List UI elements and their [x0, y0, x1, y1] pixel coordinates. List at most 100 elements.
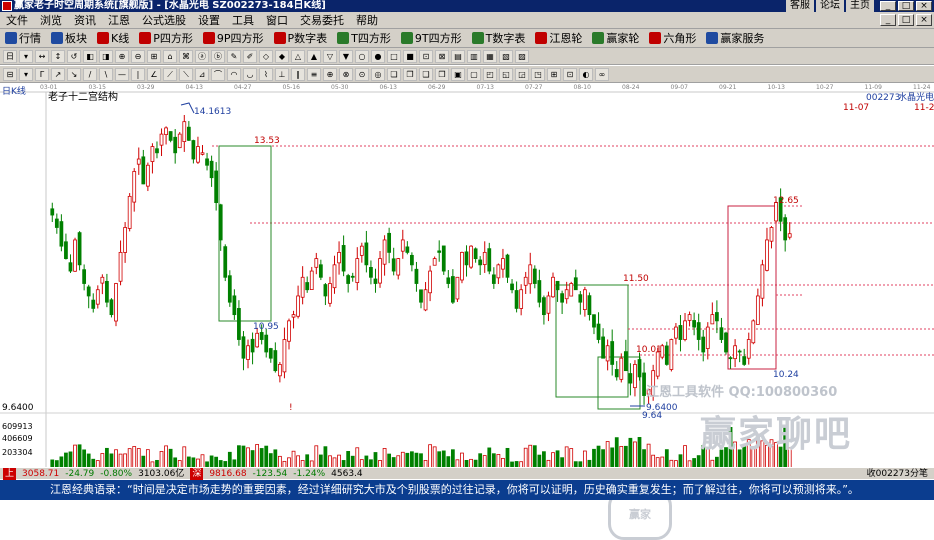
toolbar3-tool-icon-36[interactable]: ◐: [579, 67, 593, 81]
toolbar-button-8[interactable]: T数字表: [467, 30, 531, 46]
toolbar-button-1[interactable]: 板块: [46, 30, 92, 46]
toolbar2-tool-icon-10[interactable]: ⌂: [163, 49, 177, 63]
menu-item-7[interactable]: 窗口: [260, 12, 294, 28]
toolbar2-tool-icon-29[interactable]: ▥: [467, 49, 481, 63]
toolbar3-tool-icon-11[interactable]: ⟍: [179, 67, 193, 81]
toolbar2-tool-icon-32[interactable]: ▨: [515, 49, 529, 63]
toolbar3-tool-icon-9[interactable]: ∠: [147, 67, 161, 81]
toolbar3-tool-icon-30[interactable]: ◰: [483, 67, 497, 81]
toolbar2-tool-icon-11[interactable]: ⌘: [179, 49, 193, 63]
toolbar-button-0[interactable]: 行情: [0, 30, 46, 46]
toolbar2-tool-icon-21[interactable]: ▼: [339, 49, 353, 63]
link-home[interactable]: 主页: [846, 0, 874, 12]
toolbar3-tool-icon-8[interactable]: |: [131, 67, 145, 81]
toolbar2-tool-icon-5[interactable]: ◧: [83, 49, 97, 63]
maximize-button[interactable]: □: [898, 1, 914, 11]
toolbar3-tool-icon-37[interactable]: ∞: [595, 67, 609, 81]
toolbar3-tool-icon-6[interactable]: \: [99, 67, 113, 81]
toolbar3-tool-icon-33[interactable]: ◳: [531, 67, 545, 81]
toolbar-button-12[interactable]: 赢家服务: [701, 30, 769, 46]
menu-item-8[interactable]: 交易委托: [294, 12, 350, 28]
toolbar2-tool-icon-0[interactable]: 日: [3, 49, 17, 63]
toolbar3-tool-icon-3[interactable]: ↗: [51, 67, 65, 81]
toolbar3-tool-icon-14[interactable]: ◠: [227, 67, 241, 81]
toolbar3-tool-icon-17[interactable]: ⊥: [275, 67, 289, 81]
menu-item-3[interactable]: 江恩: [102, 12, 136, 28]
menu-item-9[interactable]: 帮助: [350, 12, 384, 28]
toolbar3-tool-icon-5[interactable]: /: [83, 67, 97, 81]
toolbar-button-3[interactable]: P四方形: [134, 30, 198, 46]
toolbar3-tool-icon-25[interactable]: ❐: [403, 67, 417, 81]
toolbar3-tool-icon-24[interactable]: ❏: [387, 67, 401, 81]
toolbar-button-5[interactable]: P数字表: [269, 30, 333, 46]
toolbar-button-11[interactable]: 六角形: [644, 30, 701, 46]
toolbar3-tool-icon-13[interactable]: ⌒: [211, 67, 225, 81]
toolbar2-tool-icon-12[interactable]: ⓐ: [195, 49, 209, 63]
toolbar2-tool-icon-22[interactable]: ○: [355, 49, 369, 63]
toolbar3-tool-icon-1[interactable]: ▾: [19, 67, 33, 81]
toolbar2-tool-icon-13[interactable]: ⓑ: [211, 49, 225, 63]
toolbar-button-4[interactable]: 9P四方形: [198, 30, 269, 46]
menu-item-4[interactable]: 公式选股: [136, 12, 192, 28]
menu-item-1[interactable]: 浏览: [34, 12, 68, 28]
toolbar-button-2[interactable]: K线: [92, 30, 134, 46]
toolbar3-tool-icon-4[interactable]: ↘: [67, 67, 81, 81]
toolbar3-tool-icon-12[interactable]: ⊿: [195, 67, 209, 81]
toolbar2-tool-icon-9[interactable]: ⊞: [147, 49, 161, 63]
menu-item-6[interactable]: 工具: [226, 12, 260, 28]
toolbar2-tool-icon-30[interactable]: ▦: [483, 49, 497, 63]
toolbar3-tool-icon-19[interactable]: ≡: [307, 67, 321, 81]
toolbar3-tool-icon-31[interactable]: ◱: [499, 67, 513, 81]
toolbar3-tool-icon-23[interactable]: ◎: [371, 67, 385, 81]
toolbar3-tool-icon-2[interactable]: Γ: [35, 67, 49, 81]
mdi-close-button[interactable]: ×: [916, 14, 932, 26]
menu-item-0[interactable]: 文件: [0, 12, 34, 28]
minimize-button[interactable]: _: [880, 1, 896, 11]
tick-detail-link[interactable]: 收002273分笔: [867, 468, 934, 480]
toolbar2-tool-icon-7[interactable]: ⊕: [115, 49, 129, 63]
toolbar2-tool-icon-28[interactable]: ▤: [451, 49, 465, 63]
toolbar2-tool-icon-2[interactable]: ↔: [35, 49, 49, 63]
mdi-minimize-button[interactable]: _: [880, 14, 896, 26]
toolbar2-tool-icon-24[interactable]: □: [387, 49, 401, 63]
menu-item-2[interactable]: 资讯: [68, 12, 102, 28]
toolbar2-tool-icon-15[interactable]: ✐: [243, 49, 257, 63]
close-button[interactable]: ×: [916, 1, 932, 11]
toolbar3-tool-icon-16[interactable]: ⌇: [259, 67, 273, 81]
toolbar2-tool-icon-23[interactable]: ●: [371, 49, 385, 63]
toolbar3-tool-icon-32[interactable]: ◲: [515, 67, 529, 81]
toolbar3-tool-icon-29[interactable]: ▢: [467, 67, 481, 81]
toolbar3-tool-icon-22[interactable]: ⊙: [355, 67, 369, 81]
toolbar3-tool-icon-15[interactable]: ◡: [243, 67, 257, 81]
link-forum[interactable]: 论坛: [816, 0, 844, 12]
toolbar3-tool-icon-28[interactable]: ▣: [451, 67, 465, 81]
toolbar3-tool-icon-35[interactable]: ⊡: [563, 67, 577, 81]
toolbar2-tool-icon-19[interactable]: ▲: [307, 49, 321, 63]
toolbar-button-6[interactable]: T四方形: [332, 30, 396, 46]
toolbar2-tool-icon-17[interactable]: ◆: [275, 49, 289, 63]
toolbar2-tool-icon-26[interactable]: ⊡: [419, 49, 433, 63]
toolbar2-tool-icon-16[interactable]: ◇: [259, 49, 273, 63]
menu-item-5[interactable]: 设置: [192, 12, 226, 28]
toolbar2-tool-icon-1[interactable]: ▾: [19, 49, 33, 63]
toolbar2-tool-icon-18[interactable]: △: [291, 49, 305, 63]
toolbar2-tool-icon-8[interactable]: ⊖: [131, 49, 145, 63]
link-service[interactable]: 客服: [786, 0, 814, 12]
toolbar2-tool-icon-27[interactable]: ⊠: [435, 49, 449, 63]
toolbar2-tool-icon-20[interactable]: ▽: [323, 49, 337, 63]
toolbar2-tool-icon-31[interactable]: ▧: [499, 49, 513, 63]
toolbar3-tool-icon-20[interactable]: ⊕: [323, 67, 337, 81]
kline-chart-area[interactable]: 03-01 03-15 03-29 04-13 04-27 05-16 05-30 06-13…: [0, 83, 934, 540]
toolbar3-tool-icon-0[interactable]: ⊟: [3, 67, 17, 81]
toolbar2-tool-icon-6[interactable]: ◨: [99, 49, 113, 63]
toolbar-button-10[interactable]: 赢家轮: [587, 30, 644, 46]
mdi-restore-button[interactable]: □: [898, 14, 914, 26]
toolbar-button-7[interactable]: 9T四方形: [396, 30, 467, 46]
toolbar2-tool-icon-3[interactable]: ↕: [51, 49, 65, 63]
toolbar2-tool-icon-4[interactable]: ↺: [67, 49, 81, 63]
toolbar3-tool-icon-18[interactable]: ∥: [291, 67, 305, 81]
toolbar3-tool-icon-7[interactable]: —: [115, 67, 129, 81]
toolbar3-tool-icon-10[interactable]: ⟋: [163, 67, 177, 81]
toolbar2-tool-icon-14[interactable]: ✎: [227, 49, 241, 63]
toolbar3-tool-icon-34[interactable]: ⊞: [547, 67, 561, 81]
